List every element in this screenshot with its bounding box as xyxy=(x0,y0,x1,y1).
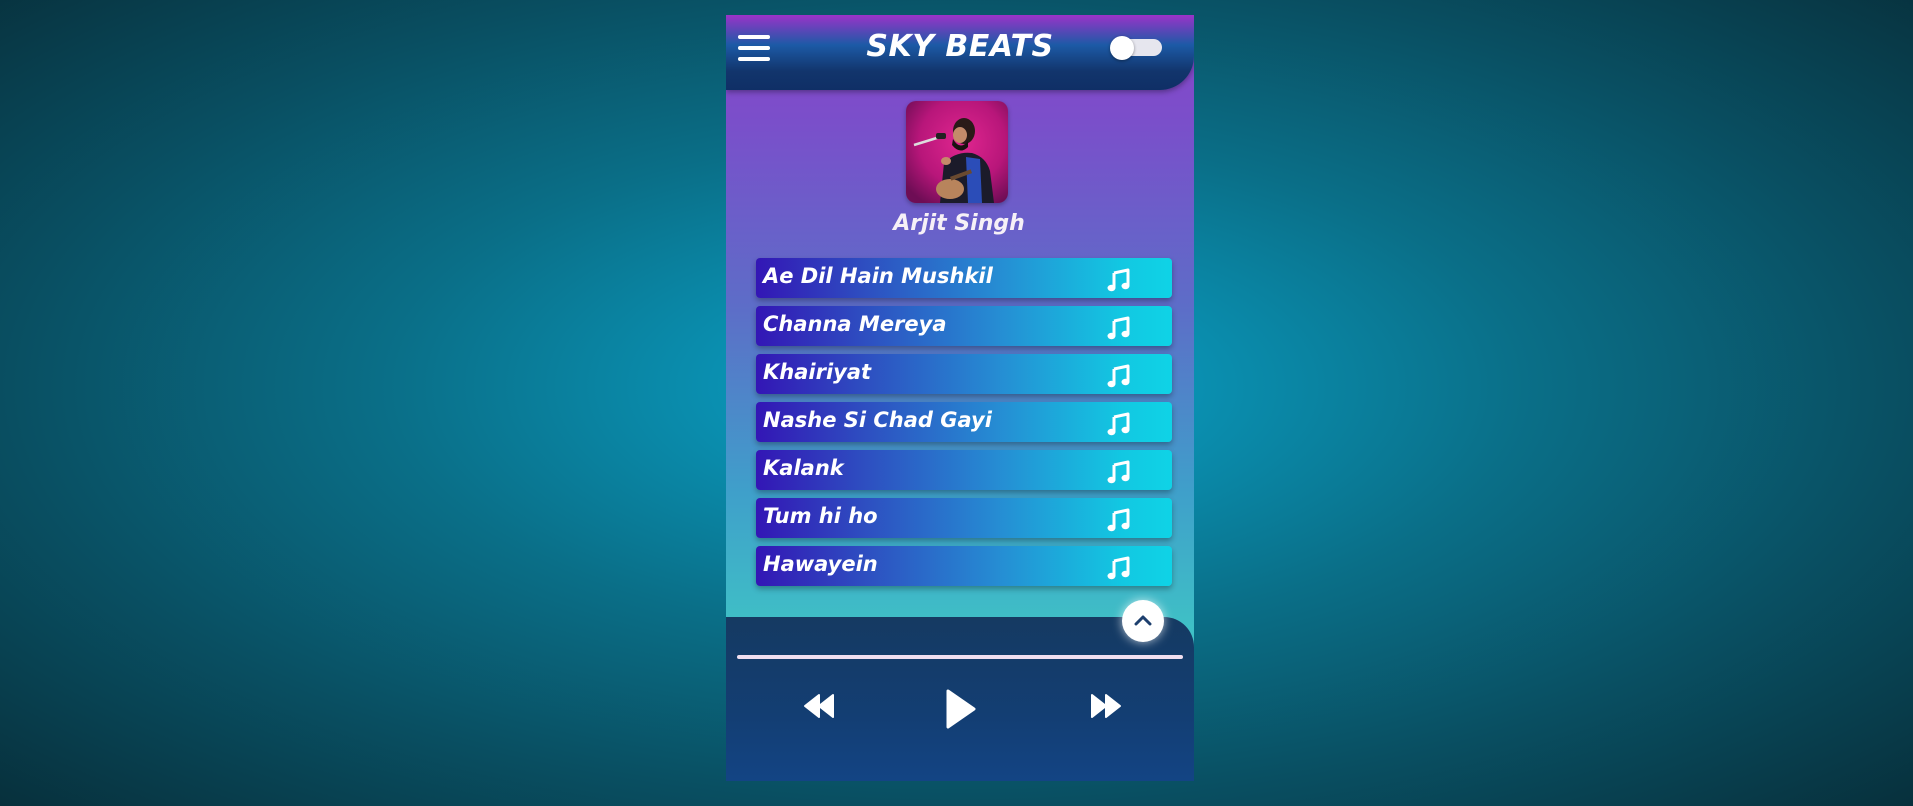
song-title: Tum hi ho xyxy=(763,504,878,528)
music-note-icon xyxy=(1107,508,1130,532)
previous-button[interactable] xyxy=(799,691,839,721)
song-title: Ae Dil Hain Mushkil xyxy=(763,264,993,288)
song-title: Nashe Si Chad Gayi xyxy=(763,408,992,432)
progress-bar[interactable] xyxy=(737,655,1183,659)
music-note-icon xyxy=(1107,556,1130,580)
play-button[interactable] xyxy=(940,687,980,731)
fast-forward-icon xyxy=(1091,694,1121,718)
music-note-icon xyxy=(1107,364,1130,388)
song-item-kalank[interactable]: Kalank xyxy=(756,450,1172,490)
song-title: Channa Mereya xyxy=(763,312,947,336)
music-app: SKY BEATS Arjit Singh Ae Dil Hain Mushki… xyxy=(726,15,1194,781)
artist-name: Arjit Singh xyxy=(893,211,1025,236)
song-title: Hawayein xyxy=(763,552,878,576)
rewind-icon xyxy=(804,694,834,718)
app-header: SKY BEATS xyxy=(726,15,1194,90)
song-title: Khairiyat xyxy=(763,360,872,384)
scroll-to-top-button[interactable] xyxy=(1122,600,1164,642)
song-item-tum-hi-ho[interactable]: Tum hi ho xyxy=(756,498,1172,538)
toggle-knob xyxy=(1110,36,1134,60)
music-note-icon xyxy=(1107,412,1130,436)
next-button[interactable] xyxy=(1086,691,1126,721)
song-item-nashe-si-chad-gayi[interactable]: Nashe Si Chad Gayi xyxy=(756,402,1172,442)
song-item-hawayein[interactable]: Hawayein xyxy=(756,546,1172,586)
music-note-icon xyxy=(1107,460,1130,484)
play-icon xyxy=(946,689,976,729)
song-title: Kalank xyxy=(763,456,844,480)
chevron-up-icon xyxy=(1134,615,1152,626)
song-item-channa-mereya[interactable]: Channa Mereya xyxy=(756,306,1172,346)
music-note-icon xyxy=(1107,316,1130,340)
song-item-khairiyat[interactable]: Khairiyat xyxy=(756,354,1172,394)
artist-photo xyxy=(906,101,1008,203)
theme-toggle[interactable] xyxy=(1110,36,1162,60)
song-list: Ae Dil Hain Mushkil Channa Mereya Khairi… xyxy=(756,258,1172,594)
song-item-ae-dil-hain-mushkil[interactable]: Ae Dil Hain Mushkil xyxy=(756,258,1172,298)
music-note-icon xyxy=(1107,268,1130,292)
